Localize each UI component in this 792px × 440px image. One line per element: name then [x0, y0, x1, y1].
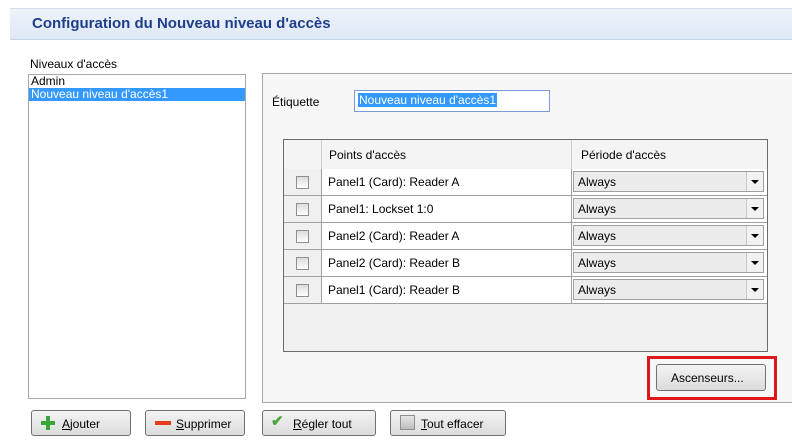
grid-header: Points d'accès Période d'accès: [284, 140, 767, 170]
supprimer-button[interactable]: Supprimer: [145, 410, 245, 436]
page-title: Configuration du Nouveau niveau d'accès: [32, 15, 331, 32]
header-bar: Configuration du Nouveau niveau d'accès: [10, 8, 792, 40]
column-header-periode[interactable]: Période d'accès: [581, 148, 666, 162]
ajouter-button[interactable]: Ajouter: [31, 410, 131, 436]
levels-list[interactable]: Admin Nouveau niveau d'accès1: [28, 74, 246, 399]
row-checkbox[interactable]: [296, 203, 309, 216]
access-point-name: Panel1 (Card): Reader A: [328, 175, 460, 189]
row-checkbox-cell: [284, 223, 322, 250]
row-period-cell: Always: [572, 169, 767, 196]
row-checkbox-cell: [284, 277, 322, 304]
regler-tout-label: Régler tout: [293, 417, 352, 431]
access-point-name: Panel1: Lockset 1:0: [328, 202, 434, 216]
period-value: Always: [578, 283, 617, 297]
ascenseurs-label: Ascenseurs...: [671, 371, 744, 385]
row-checkbox-cell: [284, 250, 322, 277]
dropdown-arrow-icon[interactable]: [746, 226, 763, 245]
levels-label: Niveaux d'accès: [30, 57, 117, 71]
row-checkbox[interactable]: [296, 284, 309, 297]
column-divider: [571, 140, 572, 169]
grid-row: Panel1 (Card): Reader A Always: [284, 169, 767, 196]
access-point-name: Panel2 (Card): Reader A: [328, 229, 460, 243]
ajouter-label: Ajouter: [62, 417, 101, 431]
minus-icon: [155, 421, 171, 425]
dropdown-arrow-icon[interactable]: [746, 199, 763, 218]
period-select[interactable]: Always: [573, 279, 764, 300]
ascenseurs-button[interactable]: Ascenseurs...: [656, 364, 766, 391]
row-period-cell: Always: [572, 196, 767, 223]
period-value: Always: [578, 202, 617, 216]
grid-header-corner: [284, 140, 322, 169]
row-point-cell: Panel1 (Card): Reader A: [322, 169, 572, 196]
row-point-cell: Panel2 (Card): Reader A: [322, 223, 572, 250]
plus-icon: [41, 416, 55, 430]
access-point-name: Panel1 (Card): Reader B: [328, 283, 461, 297]
period-value: Always: [578, 229, 617, 243]
grid-row: Panel1: Lockset 1:0 Always: [284, 196, 767, 223]
period-value: Always: [578, 175, 617, 189]
dropdown-arrow-icon[interactable]: [746, 253, 763, 272]
access-point-name: Panel2 (Card): Reader B: [328, 256, 461, 270]
row-point-cell: Panel2 (Card): Reader B: [322, 250, 572, 277]
clear-icon: [400, 415, 415, 430]
dropdown-arrow-icon[interactable]: [746, 172, 763, 191]
grid-row: Panel1 (Card): Reader B Always: [284, 277, 767, 304]
period-value: Always: [578, 256, 617, 270]
period-select[interactable]: Always: [573, 225, 764, 246]
row-point-cell: Panel1 (Card): Reader B: [322, 277, 572, 304]
grid-row: Panel2 (Card): Reader B Always: [284, 250, 767, 277]
access-points-grid: Points d'accès Période d'accès Panel1 (C…: [283, 139, 768, 352]
row-point-cell: Panel1: Lockset 1:0: [322, 196, 572, 223]
row-checkbox[interactable]: [296, 230, 309, 243]
dropdown-arrow-icon[interactable]: [746, 280, 763, 299]
period-select[interactable]: Always: [573, 198, 764, 219]
checkmark-icon: ✔: [271, 413, 284, 430]
etiquette-value: Nouveau niveau d'accès1: [358, 93, 498, 107]
row-checkbox[interactable]: [296, 257, 309, 270]
etiquette-label: Étiquette: [272, 95, 320, 109]
row-period-cell: Always: [572, 277, 767, 304]
supprimer-label: Supprimer: [176, 417, 232, 431]
row-checkbox[interactable]: [296, 176, 309, 189]
row-period-cell: Always: [572, 223, 767, 250]
row-checkbox-cell: [284, 169, 322, 196]
row-checkbox-cell: [284, 196, 322, 223]
tout-effacer-label: Tout effacer: [421, 417, 484, 431]
regler-tout-button[interactable]: ✔ Régler tout: [262, 410, 376, 436]
row-period-cell: Always: [572, 250, 767, 277]
tout-effacer-button[interactable]: Tout effacer: [390, 410, 506, 436]
period-select[interactable]: Always: [573, 171, 764, 192]
grid-row: Panel2 (Card): Reader A Always: [284, 223, 767, 250]
column-header-points[interactable]: Points d'accès: [329, 148, 406, 162]
levels-item-nouveau[interactable]: Nouveau niveau d'accès1: [29, 88, 245, 101]
etiquette-input[interactable]: Nouveau niveau d'accès1: [354, 90, 550, 112]
period-select[interactable]: Always: [573, 252, 764, 273]
